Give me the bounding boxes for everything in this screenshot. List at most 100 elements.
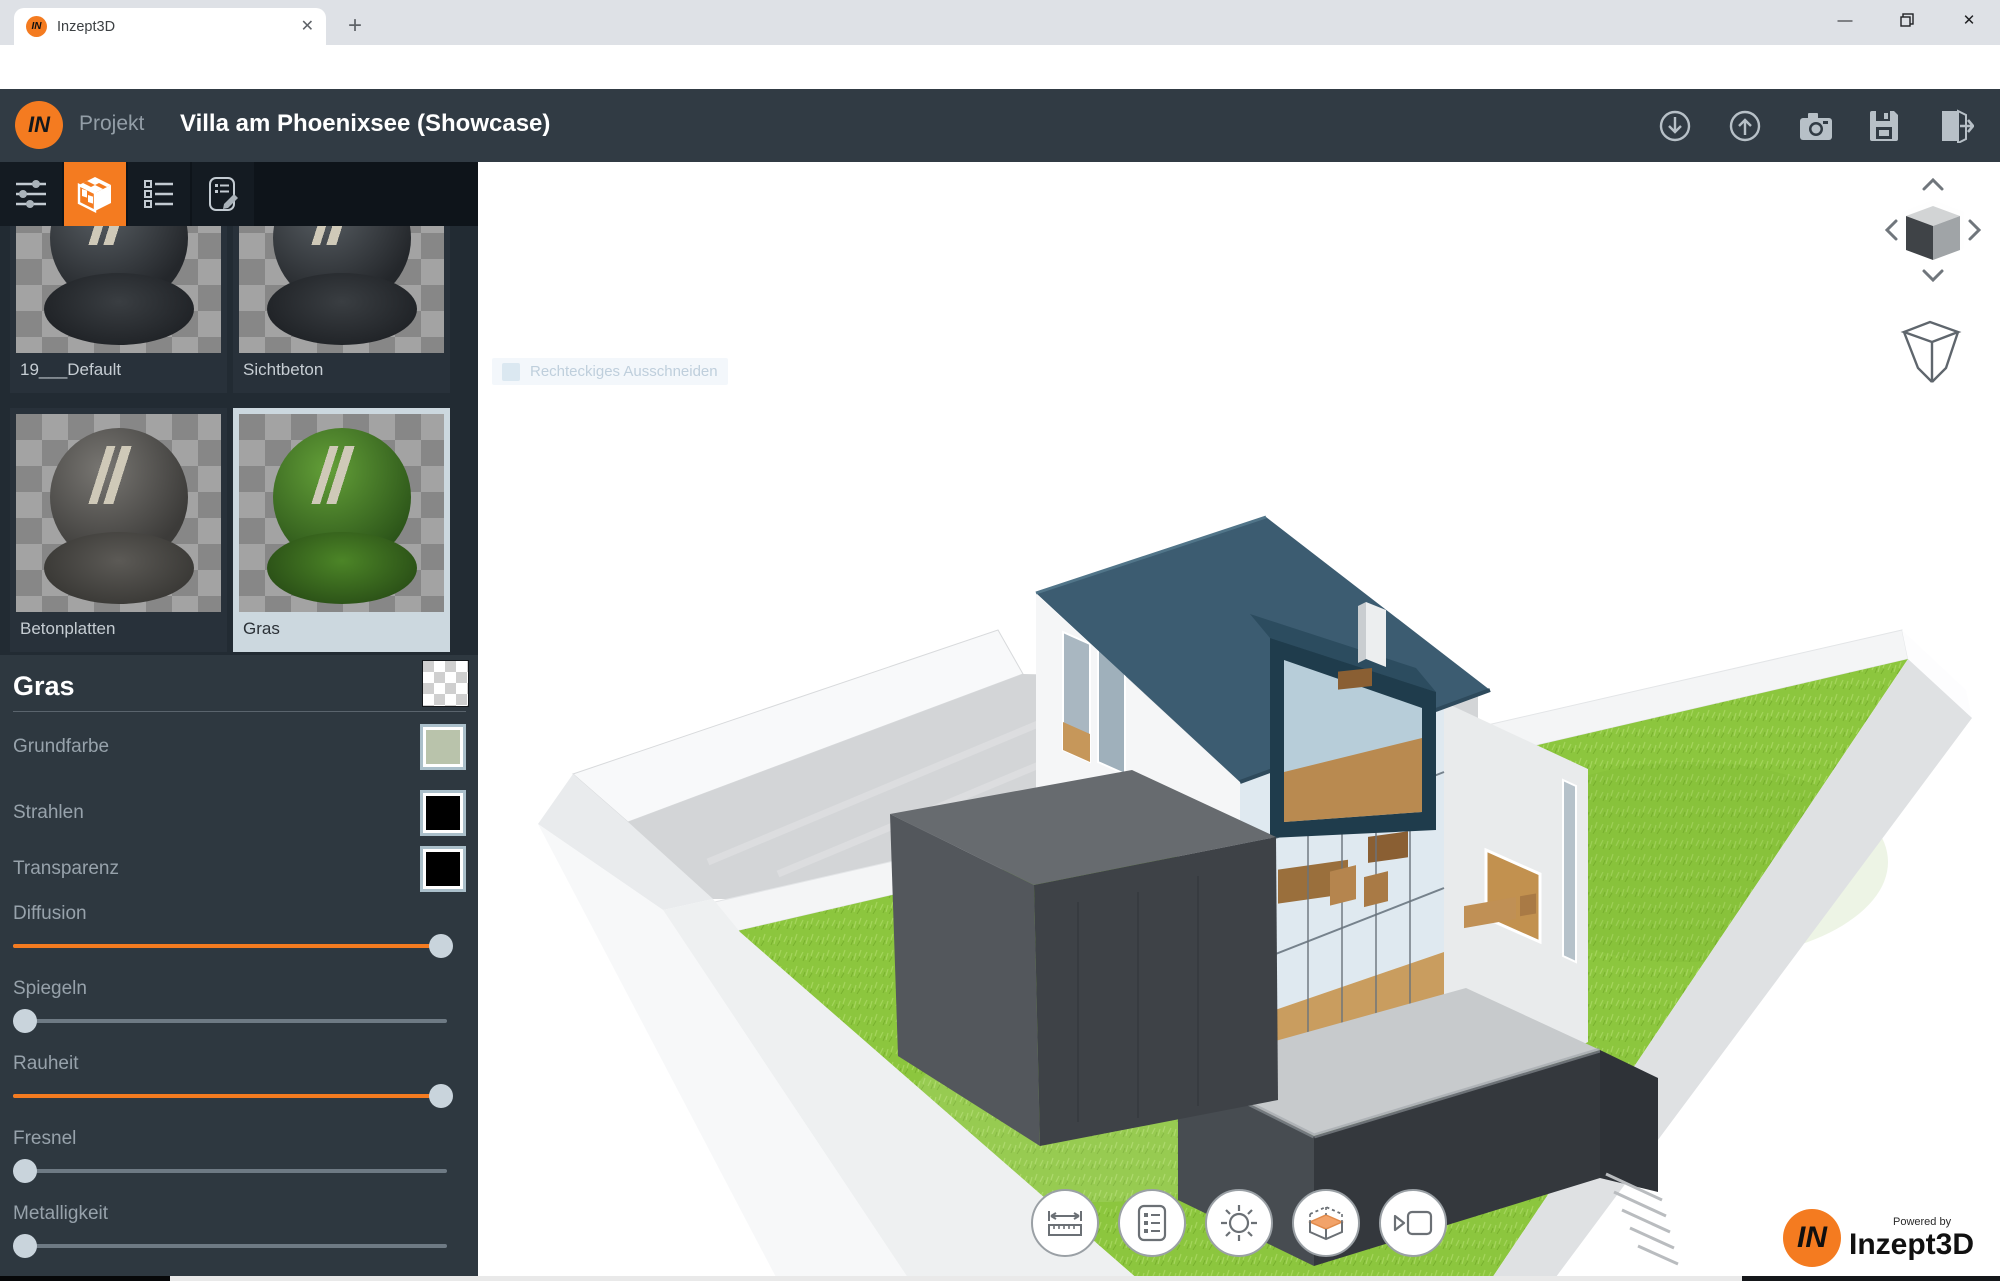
- diffusion-slider[interactable]: [13, 933, 455, 959]
- slider-knob[interactable]: [13, 1009, 37, 1033]
- texture-swatch[interactable]: [422, 660, 469, 707]
- slider-group: Spiegeln: [13, 978, 465, 1034]
- tab-title: Inzept3D: [57, 19, 301, 35]
- material-thumbnail: [239, 414, 444, 612]
- slider-label: Fresnel: [13, 1128, 465, 1150]
- tool-notes[interactable]: [192, 162, 254, 226]
- materials-list: 19___Default Sichtbeton Betonplatten Gra…: [0, 226, 478, 655]
- video-button[interactable]: [1379, 1189, 1447, 1257]
- slider-knob[interactable]: [429, 1084, 453, 1108]
- notes-list-icon: [1134, 1203, 1170, 1243]
- sun-icon: [1218, 1202, 1260, 1244]
- chevron-down-icon: [1924, 271, 1942, 280]
- upload-button[interactable]: [1728, 109, 1762, 143]
- floor-section-button[interactable]: [1292, 1189, 1360, 1257]
- floor-section-icon: [1304, 1201, 1348, 1245]
- property-label: Strahlen: [13, 802, 84, 824]
- fresnel-slider[interactable]: [13, 1158, 455, 1184]
- property-row: Strahlen: [13, 788, 466, 838]
- bottom-strip-light: [170, 1276, 1742, 1281]
- slider-knob[interactable]: [13, 1159, 37, 1183]
- tab-close-icon[interactable]: ✕: [301, 19, 314, 35]
- viewport-toolbar: [1031, 1189, 1447, 1257]
- download-button[interactable]: [1658, 109, 1692, 143]
- chevron-right-icon: [1970, 221, 1979, 239]
- chevron-up-icon: [1924, 180, 1942, 189]
- measure-button[interactable]: [1031, 1189, 1099, 1257]
- viewport-3d[interactable]: Rechteckiges Ausschneiden: [478, 162, 2000, 1281]
- color-swatch[interactable]: [420, 790, 466, 836]
- slider-group: Metalligkeit: [13, 1203, 465, 1259]
- window-controls: — ✕: [1814, 0, 2000, 40]
- browser-tab[interactable]: IN Inzept3D ✕: [14, 8, 326, 45]
- divider: [13, 711, 466, 712]
- tool-materials[interactable]: [64, 162, 126, 226]
- slider-knob[interactable]: [13, 1234, 37, 1258]
- video-icon: [1391, 1207, 1435, 1239]
- slider-label: Rauheit: [13, 1053, 465, 1075]
- panel-title: Gras: [13, 671, 75, 702]
- material-label: Sichtbeton: [239, 360, 444, 380]
- app-header: IN Projekt Villa am Phoenixsee (Showcase…: [0, 89, 2000, 162]
- chevron-left-icon: [1887, 221, 1896, 239]
- watermark-brand: Inzept3D: [1849, 1230, 1974, 1260]
- property-label: Grundfarbe: [13, 736, 109, 758]
- powered-by-text: Powered by: [1893, 1217, 1951, 1228]
- property-row: Grundfarbe: [13, 722, 466, 772]
- view-cube-widget[interactable]: [1864, 164, 1994, 394]
- material-thumbnail: [16, 226, 221, 353]
- material-cube-icon: [75, 174, 115, 214]
- tool-adjust-sliders[interactable]: [0, 162, 62, 226]
- header-toolbar: [1658, 89, 1972, 162]
- favicon-icon: IN: [26, 16, 47, 37]
- lighting-button[interactable]: [1205, 1189, 1273, 1257]
- material-thumbnail: [16, 414, 221, 612]
- color-swatch[interactable]: [420, 846, 466, 892]
- ghost-tooltip-text: Rechteckiges Ausschneiden: [530, 363, 718, 380]
- property-label: Transparenz: [13, 858, 119, 880]
- minimize-icon[interactable]: —: [1814, 0, 1876, 40]
- slider-group: Fresnel: [13, 1128, 465, 1184]
- scene-canvas[interactable]: [478, 162, 2000, 1281]
- material-card[interactable]: 19___Default: [10, 226, 227, 393]
- material-label: Betonplatten: [16, 619, 221, 639]
- material-label: Gras: [239, 619, 444, 639]
- sidebar-tool-tabs: [0, 162, 478, 226]
- watermark-logo: IN: [1783, 1209, 1841, 1267]
- new-tab-button[interactable]: +: [348, 14, 362, 38]
- notes-list-button[interactable]: [1118, 1189, 1186, 1257]
- save-button[interactable]: [1868, 109, 1902, 143]
- sliders-icon: [14, 179, 48, 209]
- screenshot-button[interactable]: [1798, 109, 1832, 143]
- list-icon: [143, 178, 175, 210]
- project-label: Projekt: [79, 112, 144, 136]
- notes-edit-icon: [205, 176, 241, 212]
- spiegeln-slider[interactable]: [13, 1008, 455, 1034]
- sidebar: 19___Default Sichtbeton Betonplatten Gra…: [0, 162, 478, 1281]
- property-row: Transparenz: [13, 844, 466, 894]
- slider-label: Diffusion: [13, 903, 465, 925]
- metalligkeit-slider[interactable]: [13, 1233, 455, 1259]
- rauheit-slider[interactable]: [13, 1083, 455, 1109]
- slider-knob[interactable]: [429, 934, 453, 958]
- exit-button[interactable]: [1938, 109, 1972, 143]
- close-icon[interactable]: ✕: [1938, 0, 2000, 40]
- slider-group: Rauheit: [13, 1053, 465, 1109]
- material-label: 19___Default: [16, 360, 221, 380]
- tool-object-list[interactable]: [128, 162, 190, 226]
- slider-group: Diffusion: [13, 903, 465, 959]
- browser-url-row: ← → ⟳ inzept3d.com/app/project/d452db048…: [0, 45, 2000, 90]
- material-card[interactable]: Betonplatten: [10, 408, 227, 652]
- ghost-tooltip: Rechteckiges Ausschneiden: [492, 358, 728, 385]
- watermark: IN Powered by Inzept3D: [1783, 1209, 1974, 1267]
- color-swatch[interactable]: [420, 724, 466, 770]
- restore-icon[interactable]: [1876, 0, 1938, 40]
- app-logo[interactable]: IN: [15, 101, 63, 149]
- material-properties-panel: Gras Grundfarbe Strahlen Transparenz Dif…: [0, 655, 478, 1281]
- bottom-strip-dark-right: [1742, 1276, 2000, 1281]
- material-card-selected[interactable]: Gras: [233, 408, 450, 652]
- material-thumbnail: [239, 226, 444, 353]
- slider-label: Metalligkeit: [13, 1203, 465, 1225]
- material-card[interactable]: Sichtbeton: [233, 226, 450, 393]
- slider-label: Spiegeln: [13, 978, 465, 1000]
